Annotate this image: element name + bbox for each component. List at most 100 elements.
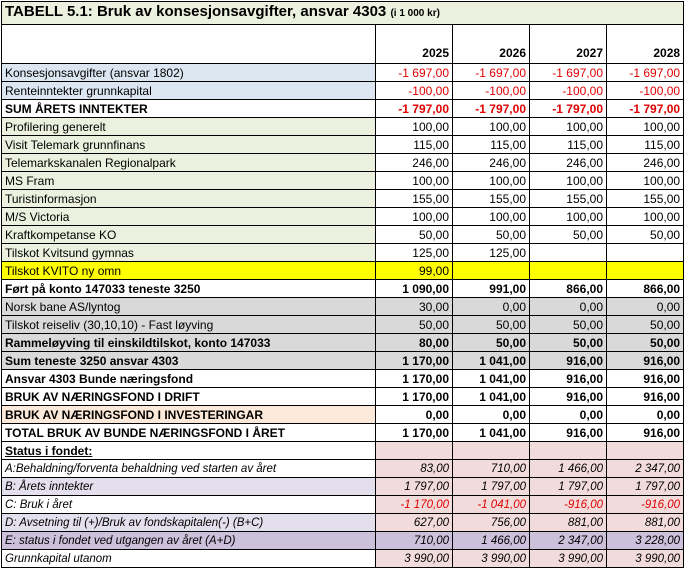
row-label[interactable]: TOTAL BRUK AV BUNDE NÆRINGSFOND I ÅRET xyxy=(1,423,376,442)
row-label[interactable]: Konsesjonsavgifter (ansvar 1802) xyxy=(1,63,376,82)
row-label[interactable]: BRUK AV NÆRINGSFOND I DRIFT xyxy=(1,387,376,406)
row-label[interactable]: Norsk bane AS/lyntog xyxy=(1,297,376,316)
value-cell[interactable]: -1 797,00 xyxy=(529,99,607,118)
value-cell[interactable]: 1 041,00 xyxy=(452,387,530,406)
value-cell[interactable]: 155,00 xyxy=(452,189,530,208)
row-label[interactable]: Ansvar 4303 Bunde næringsfond xyxy=(1,369,376,388)
value-cell[interactable]: 100,00 xyxy=(452,207,530,226)
value-cell[interactable]: 50,00 xyxy=(529,315,607,334)
value-cell[interactable]: 1 797,00 xyxy=(605,477,685,496)
row-label[interactable]: B: Årets inntekter xyxy=(1,477,376,496)
value-cell[interactable]: 30,00 xyxy=(375,297,453,316)
row-label[interactable]: Rammeløyving til einskildtilskot, konto … xyxy=(1,333,376,352)
value-cell[interactable]: 3 990,00 xyxy=(375,549,453,568)
value-cell[interactable]: 916,00 xyxy=(529,423,607,442)
value-cell[interactable]: -100,00 xyxy=(375,81,453,100)
value-cell[interactable] xyxy=(529,243,607,262)
table-title-cell[interactable]: TABELL 5.1: Bruk av konsesjonsavgifter, … xyxy=(0,1,685,25)
value-cell[interactable]: -1 697,00 xyxy=(605,63,685,82)
row-label[interactable]: Grunnkapital utanom xyxy=(1,549,376,568)
row-label[interactable]: SUM ÅRETS INNTEKTER xyxy=(1,99,376,118)
row-label[interactable]: D: Avsetning til (+)/Bruk av fondskapita… xyxy=(1,513,376,532)
value-cell[interactable]: 710,00 xyxy=(375,531,453,550)
value-cell[interactable]: 916,00 xyxy=(605,351,685,370)
value-cell[interactable]: 50,00 xyxy=(529,225,607,244)
value-cell[interactable]: 50,00 xyxy=(452,225,530,244)
value-cell[interactable] xyxy=(452,441,530,460)
value-cell[interactable]: 916,00 xyxy=(605,387,685,406)
value-cell[interactable]: 50,00 xyxy=(375,225,453,244)
row-label[interactable]: Renteinntekter grunnkapital xyxy=(1,81,376,100)
row-label[interactable]: Telemarkskanalen Regionalpark xyxy=(1,153,376,172)
value-cell[interactable]: -100,00 xyxy=(605,81,685,100)
year-header[interactable]: 2027 xyxy=(529,24,607,64)
value-cell[interactable]: 1 041,00 xyxy=(452,351,530,370)
value-cell[interactable] xyxy=(605,261,685,280)
value-cell[interactable]: 881,00 xyxy=(605,513,685,532)
value-cell[interactable]: 100,00 xyxy=(529,207,607,226)
year-header[interactable]: 2028 xyxy=(605,24,685,64)
value-cell[interactable]: 83,00 xyxy=(375,459,453,478)
value-cell[interactable]: 100,00 xyxy=(605,117,685,136)
value-cell[interactable]: 115,00 xyxy=(605,135,685,154)
value-cell[interactable]: 50,00 xyxy=(529,333,607,352)
value-cell[interactable]: 1 466,00 xyxy=(529,459,607,478)
value-cell[interactable]: 0,00 xyxy=(605,297,685,316)
value-cell[interactable]: 100,00 xyxy=(452,117,530,136)
value-cell[interactable]: 125,00 xyxy=(452,243,530,262)
value-cell[interactable]: -916,00 xyxy=(529,495,607,514)
value-cell[interactable]: 1 170,00 xyxy=(375,387,453,406)
value-cell[interactable]: 0,00 xyxy=(529,405,607,424)
value-cell[interactable] xyxy=(452,261,530,280)
value-cell[interactable]: 50,00 xyxy=(605,315,685,334)
value-cell[interactable]: 100,00 xyxy=(529,117,607,136)
value-cell[interactable]: -1 697,00 xyxy=(375,63,453,82)
value-cell[interactable]: 155,00 xyxy=(529,189,607,208)
value-cell[interactable]: 866,00 xyxy=(529,279,607,298)
row-label[interactable]: Ført på konto 147033 teneste 3250 xyxy=(1,279,376,298)
value-cell[interactable]: 710,00 xyxy=(452,459,530,478)
value-cell[interactable] xyxy=(529,441,607,460)
value-cell[interactable]: -1 041,00 xyxy=(452,495,530,514)
value-cell[interactable]: 0,00 xyxy=(529,297,607,316)
value-cell[interactable]: 50,00 xyxy=(375,315,453,334)
value-cell[interactable]: 246,00 xyxy=(375,153,453,172)
value-cell[interactable] xyxy=(529,261,607,280)
value-cell[interactable]: 100,00 xyxy=(605,171,685,190)
value-cell[interactable]: 100,00 xyxy=(605,207,685,226)
value-cell[interactable]: 50,00 xyxy=(605,225,685,244)
value-cell[interactable]: 916,00 xyxy=(529,351,607,370)
value-cell[interactable]: 100,00 xyxy=(375,207,453,226)
row-label[interactable]: Kraftkompetanse KO xyxy=(1,225,376,244)
row-label[interactable]: Tilskot reiseliv (30,10,10) - Fast løyvi… xyxy=(1,315,376,334)
value-cell[interactable]: 866,00 xyxy=(605,279,685,298)
value-cell[interactable]: -1 797,00 xyxy=(375,99,453,118)
value-cell[interactable]: 3 990,00 xyxy=(452,549,530,568)
row-label[interactable]: Profilering generelt xyxy=(1,117,376,136)
row-label[interactable]: E: status i fondet ved utgangen av året … xyxy=(1,531,376,550)
value-cell[interactable]: 1 041,00 xyxy=(452,423,530,442)
row-label[interactable]: Tilskot KVITO ny omn xyxy=(1,261,376,280)
value-cell[interactable]: -100,00 xyxy=(452,81,530,100)
value-cell[interactable]: 100,00 xyxy=(375,171,453,190)
year-header[interactable]: 2026 xyxy=(452,24,530,64)
value-cell[interactable]: 50,00 xyxy=(605,333,685,352)
value-cell[interactable]: 115,00 xyxy=(375,135,453,154)
year-header[interactable]: 2025 xyxy=(375,24,453,64)
value-cell[interactable]: 99,00 xyxy=(375,261,453,280)
value-cell[interactable]: 246,00 xyxy=(452,153,530,172)
value-cell[interactable]: 0,00 xyxy=(375,405,453,424)
value-cell[interactable]: 80,00 xyxy=(375,333,453,352)
value-cell[interactable]: 2 347,00 xyxy=(605,459,685,478)
value-cell[interactable]: 881,00 xyxy=(529,513,607,532)
row-label[interactable]: Tilskot Kvitsund gymnas xyxy=(1,243,376,262)
value-cell[interactable]: 916,00 xyxy=(605,369,685,388)
value-cell[interactable]: 0,00 xyxy=(605,405,685,424)
value-cell[interactable]: 1 041,00 xyxy=(452,369,530,388)
value-cell[interactable]: 100,00 xyxy=(375,117,453,136)
value-cell[interactable]: 50,00 xyxy=(452,315,530,334)
value-cell[interactable]: -100,00 xyxy=(529,81,607,100)
value-cell[interactable]: 115,00 xyxy=(452,135,530,154)
value-cell[interactable]: 1 170,00 xyxy=(375,351,453,370)
value-cell[interactable]: 1 090,00 xyxy=(375,279,453,298)
